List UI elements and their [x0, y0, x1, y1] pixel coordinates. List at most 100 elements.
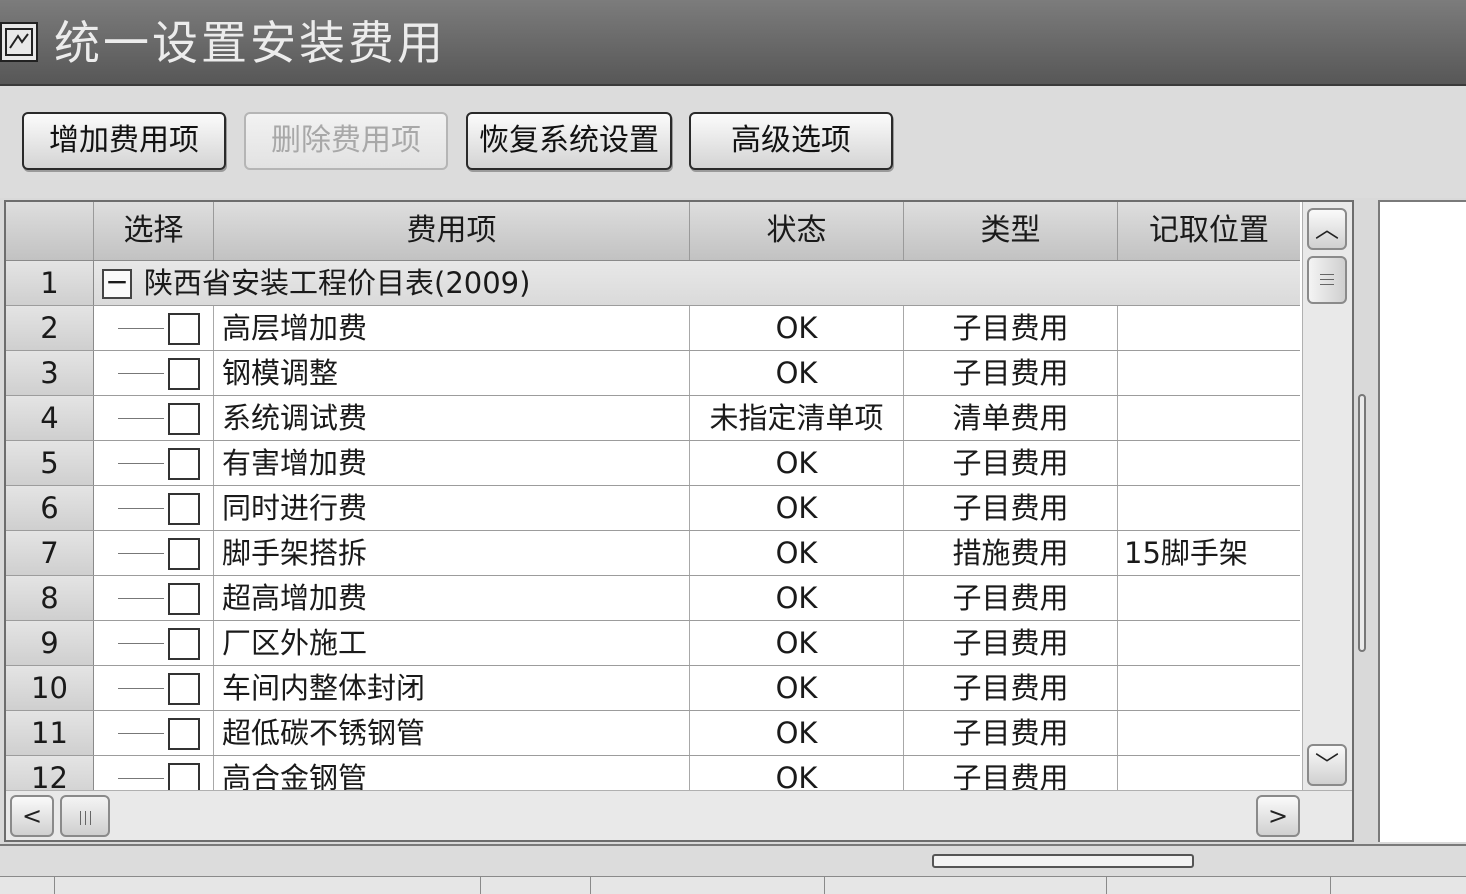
fee-item-cell[interactable]: 脚手架搭拆: [214, 531, 690, 575]
status-cell[interactable]: OK: [690, 621, 904, 665]
fee-item-cell[interactable]: 车间内整体封闭: [214, 666, 690, 710]
select-checkbox[interactable]: [168, 628, 200, 660]
group-row[interactable]: 1 − 陕西省安装工程价目表(2009): [6, 261, 1300, 306]
select-checkbox[interactable]: [168, 718, 200, 750]
position-cell[interactable]: [1118, 576, 1300, 620]
type-cell[interactable]: 措施费用: [904, 531, 1118, 575]
position-cell[interactable]: [1118, 351, 1300, 395]
fee-item-cell[interactable]: 高层增加费: [214, 306, 690, 350]
type-cell[interactable]: 子目费用: [904, 441, 1118, 485]
type-cell[interactable]: 子目费用: [904, 711, 1118, 755]
table-row[interactable]: 4 系统调试费 未指定清单项 清单费用: [6, 396, 1300, 441]
app-icon: [0, 22, 38, 62]
fee-item-cell[interactable]: 钢模调整: [214, 351, 690, 395]
column-header-status[interactable]: 状态: [690, 202, 904, 260]
group-cell: − 陕西省安装工程价目表(2009): [94, 261, 1300, 305]
table-row[interactable]: 6 同时进行费 OK 子目费用: [6, 486, 1300, 531]
tree-connector: [118, 553, 164, 554]
horizontal-scrollbar[interactable]: < >: [6, 790, 1352, 840]
select-checkbox[interactable]: [168, 673, 200, 705]
panel-splitter[interactable]: [1358, 394, 1366, 652]
type-cell[interactable]: 清单费用: [904, 396, 1118, 440]
fee-item-cell[interactable]: 超低碳不锈钢管: [214, 711, 690, 755]
scroll-up-icon[interactable]: ︿: [1307, 208, 1347, 250]
row-number: 2: [6, 306, 94, 350]
status-cell[interactable]: OK: [690, 666, 904, 710]
table-row[interactable]: 10 车间内整体封闭 OK 子目费用: [6, 666, 1300, 711]
column-header-select[interactable]: 选择: [94, 202, 214, 260]
row-number: 11: [6, 711, 94, 755]
type-cell[interactable]: 子目费用: [904, 576, 1118, 620]
table-row[interactable]: 5 有害增加费 OK 子目费用: [6, 441, 1300, 486]
column-header-fee-item[interactable]: 费用项: [214, 202, 690, 260]
type-cell[interactable]: 子目费用: [904, 351, 1118, 395]
status-cell[interactable]: OK: [690, 486, 904, 530]
select-cell: [94, 306, 214, 350]
row-number: 10: [6, 666, 94, 710]
delete-fee-button[interactable]: 删除费用项: [244, 112, 448, 170]
status-cell[interactable]: OK: [690, 711, 904, 755]
fee-item-cell[interactable]: 系统调试费: [214, 396, 690, 440]
select-checkbox[interactable]: [168, 538, 200, 570]
select-cell: [94, 441, 214, 485]
select-checkbox[interactable]: [168, 403, 200, 435]
fee-item-cell[interactable]: 有害增加费: [214, 441, 690, 485]
status-cell[interactable]: OK: [690, 351, 904, 395]
select-checkbox[interactable]: [168, 313, 200, 345]
select-checkbox[interactable]: [168, 448, 200, 480]
horizontal-scroll-thumb[interactable]: [60, 795, 110, 837]
select-cell: [94, 351, 214, 395]
scroll-down-icon[interactable]: ﹀: [1307, 744, 1347, 786]
restore-defaults-button[interactable]: 恢复系统设置: [466, 112, 672, 170]
type-cell[interactable]: 子目费用: [904, 486, 1118, 530]
status-cell[interactable]: 未指定清单项: [690, 396, 904, 440]
type-cell[interactable]: 子目费用: [904, 306, 1118, 350]
select-checkbox[interactable]: [168, 358, 200, 390]
bottom-splitter-handle[interactable]: [932, 854, 1194, 868]
advanced-options-button[interactable]: 高级选项: [689, 112, 893, 170]
table-row[interactable]: 3 钢模调整 OK 子目费用: [6, 351, 1300, 396]
select-cell: [94, 621, 214, 665]
tree-connector: [118, 778, 164, 779]
status-cell[interactable]: OK: [690, 441, 904, 485]
table-row[interactable]: 7 脚手架搭拆 OK 措施费用 15脚手架: [6, 531, 1300, 576]
fee-item-cell[interactable]: 厂区外施工: [214, 621, 690, 665]
fee-item-cell[interactable]: 超高增加费: [214, 576, 690, 620]
table-row[interactable]: 2 高层增加费 OK 子目费用: [6, 306, 1300, 351]
column-header-type[interactable]: 类型: [904, 202, 1118, 260]
collapse-toggle-icon[interactable]: −: [102, 268, 132, 299]
vertical-scroll-thumb[interactable]: [1307, 256, 1347, 304]
select-checkbox[interactable]: [168, 493, 200, 525]
fee-item-cell[interactable]: 同时进行费: [214, 486, 690, 530]
status-cell[interactable]: OK: [690, 576, 904, 620]
tree-connector: [118, 463, 164, 464]
type-cell[interactable]: 子目费用: [904, 621, 1118, 665]
fee-grid: 选择 费用项 状态 类型 记取位置 1 − 陕西省安装工程价目表(2009) 2…: [4, 200, 1354, 842]
position-cell[interactable]: 15脚手架: [1118, 531, 1300, 575]
select-cell: [94, 711, 214, 755]
table-row[interactable]: 9 厂区外施工 OK 子目费用: [6, 621, 1300, 666]
position-cell[interactable]: [1118, 306, 1300, 350]
position-cell[interactable]: [1118, 666, 1300, 710]
toolbar: 增加费用项 删除费用项 恢复系统设置 高级选项: [0, 86, 1466, 198]
table-row[interactable]: 11 超低碳不锈钢管 OK 子目费用: [6, 711, 1300, 756]
column-header-position[interactable]: 记取位置: [1118, 202, 1300, 260]
position-cell[interactable]: [1118, 711, 1300, 755]
add-fee-button[interactable]: 增加费用项: [22, 112, 226, 170]
status-cell[interactable]: OK: [690, 306, 904, 350]
scroll-left-icon[interactable]: <: [10, 795, 54, 837]
grip-line: [80, 811, 81, 825]
table-row[interactable]: 8 超高增加费 OK 子目费用: [6, 576, 1300, 621]
select-checkbox[interactable]: [168, 583, 200, 615]
position-cell[interactable]: [1118, 486, 1300, 530]
grip-line: [1320, 279, 1334, 280]
position-cell[interactable]: [1118, 396, 1300, 440]
position-cell[interactable]: [1118, 621, 1300, 665]
vertical-scrollbar[interactable]: ︿ ﹀: [1302, 202, 1352, 790]
bottom-area: [0, 844, 1466, 894]
status-cell[interactable]: OK: [690, 531, 904, 575]
position-cell[interactable]: [1118, 441, 1300, 485]
scroll-right-icon[interactable]: >: [1256, 795, 1300, 837]
tree-connector: [118, 508, 164, 509]
type-cell[interactable]: 子目费用: [904, 666, 1118, 710]
